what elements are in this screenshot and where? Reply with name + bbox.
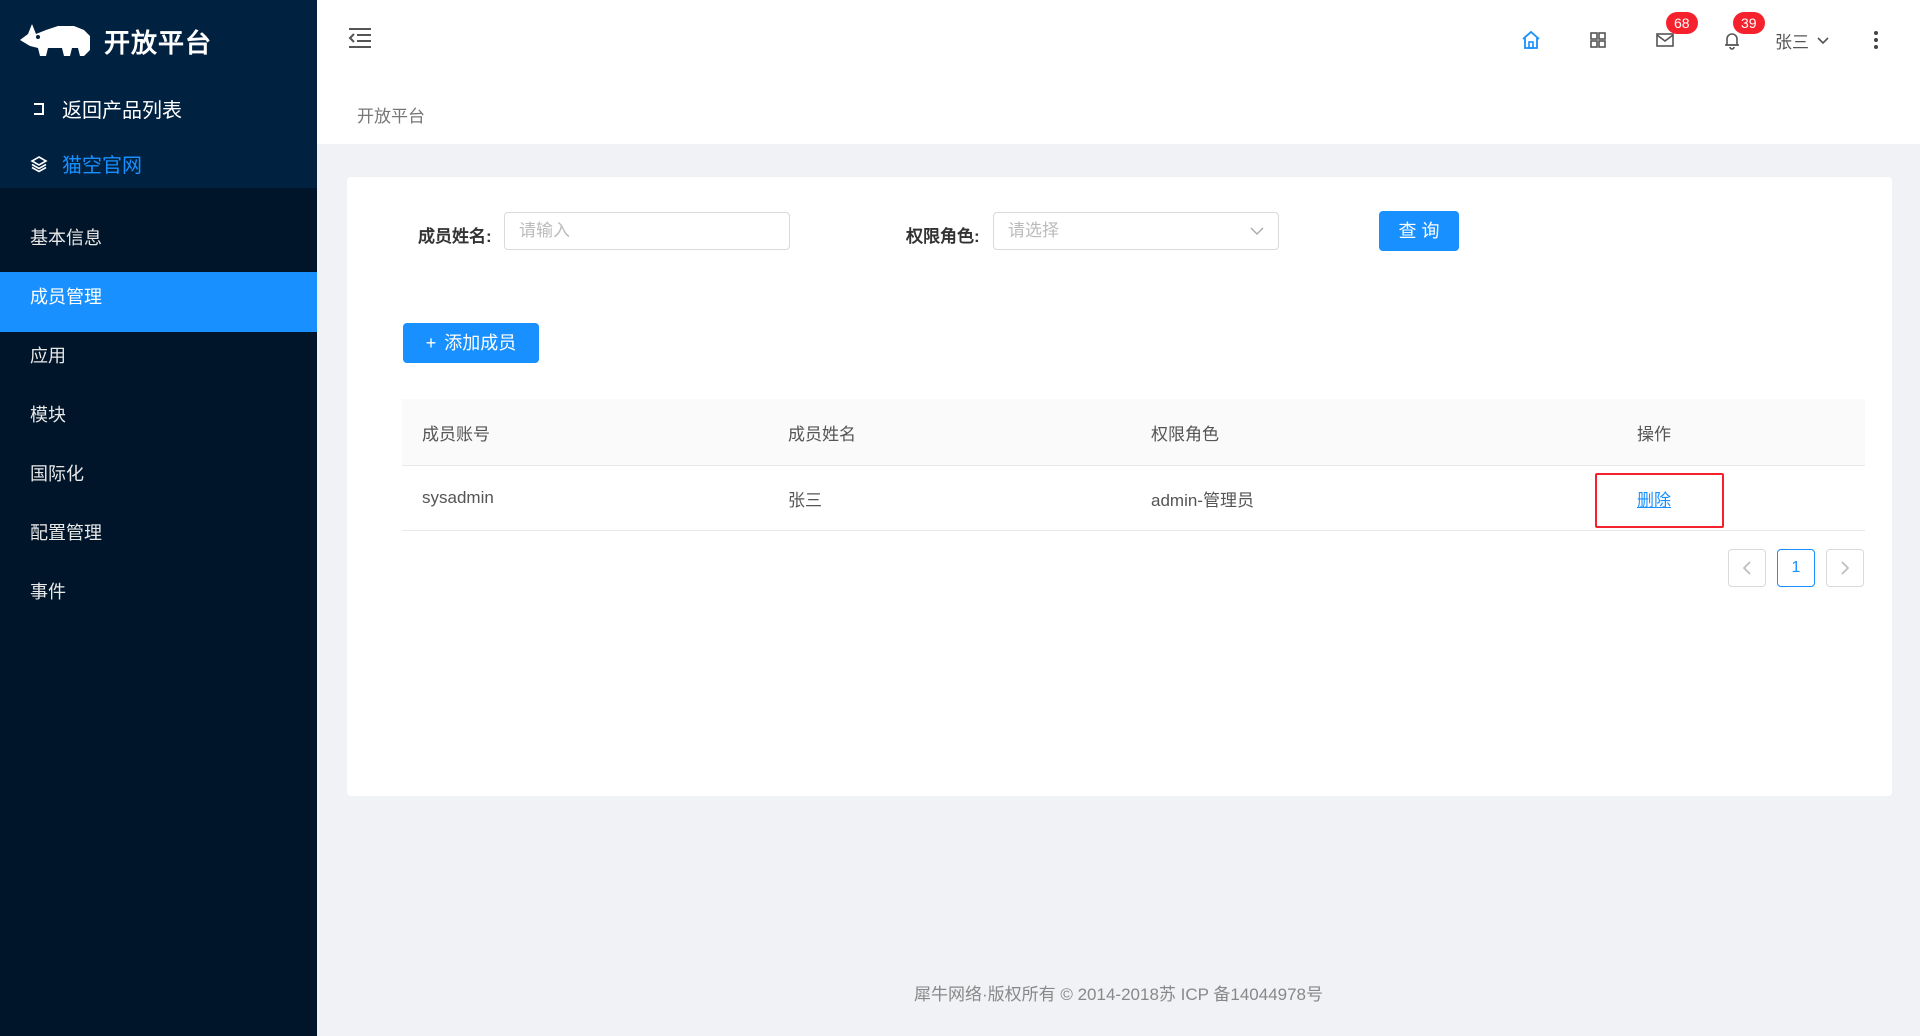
sidebar-item-events[interactable]: 事件 [0, 567, 317, 627]
table-header: 成员账号 成员姓名 权限角色 操作 [402, 399, 1865, 466]
pagination-prev[interactable] [1728, 549, 1766, 587]
chevron-down-icon [1817, 36, 1829, 44]
member-name-label: 成员姓名: [418, 227, 492, 246]
user-name: 张三 [1775, 33, 1809, 52]
return-icon [30, 100, 48, 118]
back-link-label: 返回产品列表 [62, 100, 182, 122]
footer-copyright: 犀牛网络·版权所有 © 2014-2018苏 ICP 备14044978号 [913, 985, 1324, 1004]
official-site-link[interactable]: 猫空官网 [30, 149, 142, 178]
back-to-products-link[interactable]: 返回产品列表 [30, 94, 182, 123]
sidebar: 开放平台 返回产品列表 猫空官网 基本信息 成员管理 应用 模块 国际化 配置管… [0, 0, 317, 1036]
notification-badge: 39 [1733, 12, 1765, 34]
sidebar-header: 开放平台 返回产品列表 猫空官网 [0, 0, 317, 188]
role-label: 权限角色: [906, 227, 980, 246]
site-link-label: 猫空官网 [62, 155, 142, 177]
top-header: 68 39 张三 [317, 0, 1920, 81]
header-name: 成员姓名 [788, 424, 856, 444]
brand-name: 开放平台 [104, 27, 213, 58]
brand-logo[interactable]: 开放平台 [18, 20, 212, 62]
more-vertical-icon[interactable] [1873, 30, 1879, 50]
query-button[interactable]: 查 询 [1379, 211, 1459, 251]
member-management-card: 成员姓名: 请输入 权限角色: 请选择 查 询 + 添加成员 成员账号 成员姓名 … [347, 177, 1892, 796]
role-select-placeholder: 请选择 [1008, 221, 1059, 240]
apps-grid-icon[interactable] [1587, 29, 1609, 51]
menu-fold-icon[interactable] [347, 26, 373, 50]
breadcrumb-bar: 开放平台 [317, 80, 1920, 144]
header-role: 权限角色 [1151, 424, 1219, 444]
member-name-input[interactable]: 请输入 [504, 212, 790, 250]
role-select[interactable]: 请选择 [993, 212, 1279, 250]
plus-icon: + [425, 333, 437, 353]
cell-name: 张三 [788, 490, 822, 510]
pagination-next[interactable] [1826, 549, 1864, 587]
home-icon[interactable] [1520, 29, 1542, 51]
user-menu[interactable]: 张三 [1775, 28, 1829, 53]
cell-role: admin-管理员 [1151, 490, 1254, 510]
rhino-logo-icon [20, 24, 90, 56]
add-member-label: 添加成员 [444, 333, 517, 353]
sidebar-item-basic-info[interactable]: 基本信息 [0, 213, 317, 273]
highlight-box [1595, 473, 1724, 528]
add-member-button[interactable]: + 添加成员 [403, 323, 539, 363]
chevron-right-icon [1841, 561, 1850, 575]
sidebar-item-member-management[interactable]: 成员管理 [0, 272, 317, 332]
chevron-down-icon [1250, 227, 1264, 235]
sidebar-item-i18n[interactable]: 国际化 [0, 449, 317, 509]
mail-badge: 68 [1666, 12, 1698, 34]
sidebar-item-config[interactable]: 配置管理 [0, 508, 317, 568]
sidebar-item-applications[interactable]: 应用 [0, 331, 317, 391]
header-account: 成员账号 [422, 424, 490, 444]
layers-icon [30, 155, 48, 173]
breadcrumb[interactable]: 开放平台 [357, 102, 425, 127]
sidebar-item-modules[interactable]: 模块 [0, 390, 317, 450]
sidebar-menu: 基本信息 成员管理 应用 模块 国际化 配置管理 事件 [0, 213, 317, 626]
cell-account: sysadmin [422, 488, 494, 507]
chevron-left-icon [1742, 561, 1751, 575]
header-action: 操作 [1637, 424, 1671, 444]
pagination-page-1[interactable]: 1 [1777, 549, 1815, 587]
